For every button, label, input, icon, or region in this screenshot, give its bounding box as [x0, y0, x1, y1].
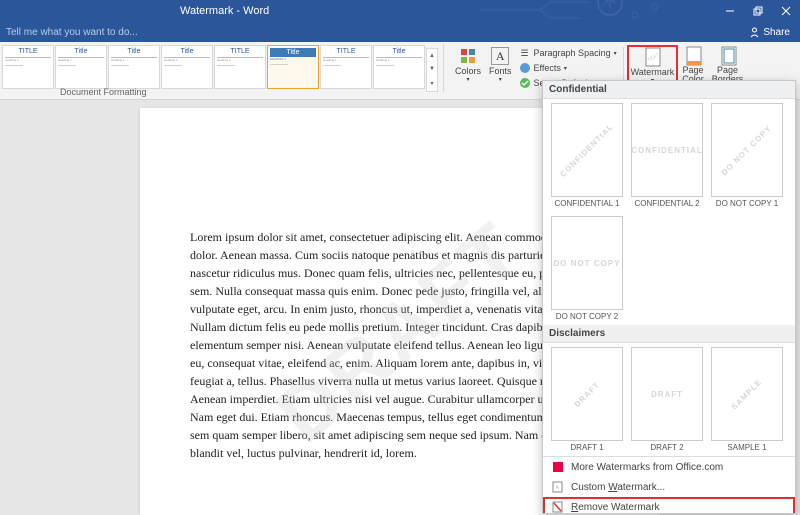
- restore-button[interactable]: [744, 0, 772, 22]
- watermark-thumb-label: DO NOT COPY 2: [556, 312, 618, 321]
- share-icon: [749, 27, 760, 38]
- style-set-item[interactable]: TITLEHeading 1▬▬▬▬▬▬: [320, 45, 372, 89]
- style-set-item[interactable]: TitleHeading 1▬▬▬▬▬▬: [161, 45, 213, 89]
- colors-button[interactable]: Colors▾: [451, 45, 485, 85]
- checkmark-icon: [519, 77, 531, 89]
- watermark-thumbnail[interactable]: DO NOT COPYDO NOT COPY 1: [709, 103, 785, 208]
- window-title: Watermark - Word: [180, 5, 269, 17]
- paragraph-spacing-icon: ☰: [519, 47, 531, 59]
- remove-watermark-item[interactable]: Remove Watermark: [543, 497, 795, 514]
- watermark-thumbnail[interactable]: DRAFTDRAFT 1: [549, 347, 625, 452]
- watermark-section-header: Disclaimers: [543, 325, 795, 343]
- effects-icon: [519, 62, 531, 74]
- watermark-thumbnail[interactable]: CONFIDENTIALCONFIDENTIAL 2: [629, 103, 705, 208]
- more-watermarks-item[interactable]: More Watermarks from Office.com: [543, 457, 795, 477]
- watermark-thumb-label: SAMPLE 1: [727, 443, 766, 452]
- watermark-thumb-label: CONFIDENTIAL 2: [634, 199, 699, 208]
- share-label: Share: [763, 27, 790, 38]
- remove-watermark-icon: [551, 500, 565, 514]
- share-button[interactable]: Share: [749, 27, 800, 38]
- paragraph-spacing-button[interactable]: ☰Paragraph Spacing▾: [516, 46, 620, 60]
- watermark-section-header: Confidential: [543, 81, 795, 99]
- style-set-item[interactable]: TitleHeading 1▬▬▬▬▬▬: [108, 45, 160, 89]
- watermark-thumb-label: DO NOT COPY 1: [716, 199, 778, 208]
- watermark-icon: TEXT: [643, 48, 661, 66]
- close-button[interactable]: [772, 0, 800, 22]
- title-bar: Watermark - Word: [0, 0, 800, 22]
- style-gallery-more[interactable]: ▲▼▾: [426, 48, 438, 92]
- effects-button[interactable]: Effects▾: [516, 61, 620, 75]
- style-set-item[interactable]: TITLEHeading 1▬▬▬▬▬▬: [214, 45, 266, 89]
- watermark-menu: More Watermarks from Office.com A Custom…: [543, 456, 795, 514]
- minimize-button[interactable]: [716, 0, 744, 22]
- tell-me-bar: Tell me what you want to do... Share: [0, 22, 800, 42]
- page-color-icon: [684, 47, 702, 65]
- style-set-item[interactable]: TitleHeading 1▬▬▬▬▬▬: [55, 45, 107, 89]
- custom-watermark-item[interactable]: A Custom Watermark...: [543, 477, 795, 497]
- office-icon: [551, 460, 565, 474]
- watermark-thumb-label: DRAFT 2: [650, 443, 683, 452]
- watermark-thumbnail[interactable]: CONFIDENTIALCONFIDENTIAL 1: [549, 103, 625, 208]
- watermark-thumbnail[interactable]: SAMPLESAMPLE 1: [709, 347, 785, 452]
- watermark-gallery-panel: Confidential CONFIDENTIALCONFIDENTIAL 1C…: [542, 80, 796, 514]
- tell-me-input[interactable]: Tell me what you want to do...: [6, 27, 138, 38]
- fonts-button[interactable]: A Fonts▾: [485, 45, 516, 85]
- style-set-item[interactable]: TitleHEADING 1▬▬▬▬▬▬: [267, 45, 319, 89]
- custom-watermark-icon: A: [551, 480, 565, 494]
- watermark-thumbnail[interactable]: DRAFTDRAFT 2: [629, 347, 705, 452]
- watermark-thumb-label: CONFIDENTIAL 1: [554, 199, 619, 208]
- colors-icon: [459, 47, 477, 65]
- style-set-item[interactable]: TITLEHeading 1▬▬▬▬▬▬: [2, 45, 54, 89]
- fonts-icon: A: [491, 47, 509, 65]
- watermark-thumbnail[interactable]: DO NOT COPYDO NOT COPY 2: [549, 216, 625, 321]
- style-set-item[interactable]: TitleHeading 1▬▬▬▬▬▬: [373, 45, 425, 89]
- page-borders-icon: [719, 47, 737, 65]
- titlebar-decoration: [480, 0, 680, 25]
- ribbon-group-label: Document Formatting: [60, 87, 147, 97]
- watermark-thumb-label: DRAFT 1: [570, 443, 603, 452]
